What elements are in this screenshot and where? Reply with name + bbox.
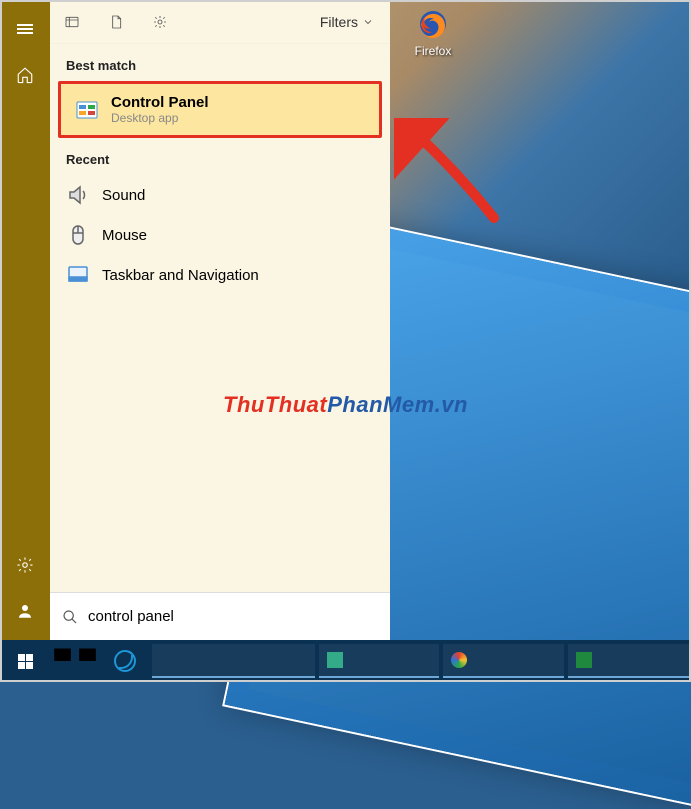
watermark: ThuThuatPhanMem.vn	[223, 392, 468, 418]
account-button[interactable]	[0, 588, 50, 634]
recent-item-label: Mouse	[102, 227, 147, 244]
settings-button[interactable]	[0, 542, 50, 588]
edge-icon	[114, 650, 136, 672]
recent-item-label: Sound	[102, 187, 145, 204]
best-match-header: Best match	[50, 44, 390, 81]
mouse-icon	[66, 223, 90, 247]
recent-item-taskbar[interactable]: Taskbar and Navigation	[50, 255, 390, 295]
documents-tab[interactable]	[94, 0, 138, 44]
search-results-panel: Filters Best match Control Panel Desktop…	[50, 0, 390, 640]
gear-icon	[16, 556, 34, 574]
taskbar-app-item[interactable]	[443, 644, 564, 678]
search-icon	[62, 609, 78, 625]
watermark-part1: ThuThuat	[223, 392, 327, 417]
taskbar-app-item[interactable]	[319, 644, 440, 678]
taskbar-app-item[interactable]	[568, 644, 689, 678]
home-icon	[16, 66, 34, 84]
home-button[interactable]	[0, 52, 50, 98]
desktop-shortcut-label: Firefox	[415, 44, 452, 58]
recent-header: Recent	[50, 138, 390, 175]
best-match-title: Control Panel	[111, 94, 209, 111]
gear-icon	[152, 14, 168, 30]
desktop-shortcut-firefox[interactable]: Firefox	[402, 8, 464, 58]
start-button[interactable]	[0, 640, 50, 682]
best-match-result[interactable]: Control Panel Desktop app	[58, 81, 382, 138]
watermark-part2: PhanMem.vn	[327, 392, 468, 417]
search-input[interactable]	[88, 608, 378, 625]
recent-item-sound[interactable]: Sound	[50, 175, 390, 215]
task-view-button[interactable]	[50, 640, 100, 682]
search-input-row	[50, 592, 390, 640]
taskbar-nav-icon	[66, 263, 90, 287]
recent-item-label: Taskbar and Navigation	[102, 267, 259, 284]
taskbar-app-item[interactable]	[152, 644, 315, 678]
control-panel-icon	[75, 98, 99, 122]
sound-icon	[66, 183, 90, 207]
recent-apps-icon	[64, 14, 80, 30]
firefox-icon	[417, 8, 449, 40]
filters-dropdown[interactable]: Filters	[320, 14, 374, 30]
hamburger-icon	[17, 22, 33, 36]
settings-tab[interactable]	[138, 0, 182, 44]
windows-logo-icon	[18, 654, 33, 669]
start-sidebar-rail	[0, 0, 50, 640]
excel-icon	[576, 652, 592, 668]
chevron-down-icon	[362, 16, 374, 28]
recent-item-mouse[interactable]: Mouse	[50, 215, 390, 255]
edge-button[interactable]	[100, 640, 150, 682]
best-match-subtitle: Desktop app	[111, 111, 209, 125]
chrome-icon	[451, 652, 467, 668]
recent-apps-tab[interactable]	[50, 0, 94, 44]
taskbar	[0, 640, 691, 682]
hamburger-menu-button[interactable]	[0, 6, 50, 52]
annotation-arrow	[394, 118, 514, 243]
panel-top-toolbar: Filters	[50, 0, 390, 44]
user-icon	[16, 602, 34, 620]
task-view-icon	[50, 636, 100, 686]
filters-label: Filters	[320, 14, 358, 30]
document-icon	[108, 14, 124, 30]
